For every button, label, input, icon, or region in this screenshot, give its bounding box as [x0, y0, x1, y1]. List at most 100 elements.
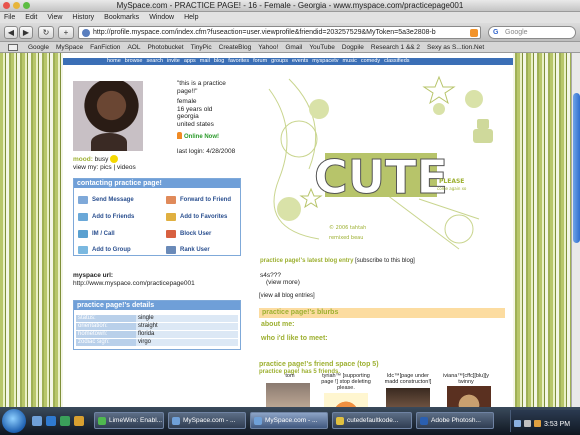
- add-bookmark-button[interactable]: +: [58, 26, 74, 39]
- banner-word: CUTE: [314, 150, 448, 204]
- add-to-group-button[interactable]: Add to Group: [78, 246, 131, 254]
- start-button[interactable]: [2, 409, 26, 433]
- details-label: zodiac sign:: [76, 339, 136, 346]
- volume-icon[interactable]: [524, 420, 531, 427]
- media-icon[interactable]: [60, 416, 70, 426]
- topnav-apps[interactable]: apps: [184, 58, 196, 65]
- friend-photo[interactable]: [266, 383, 310, 407]
- folder-icon[interactable]: [74, 416, 84, 426]
- desktop-icon[interactable]: [32, 416, 42, 426]
- im-call-label: IM / Call: [92, 231, 115, 237]
- tray-app-icon[interactable]: [534, 420, 541, 427]
- topnav-invite[interactable]: invite: [167, 58, 180, 65]
- menu-edit[interactable]: Edit: [25, 14, 37, 21]
- friend-name[interactable]: ldc™[page under madd constructon!]: [383, 373, 433, 385]
- menu-window[interactable]: Window: [149, 14, 174, 21]
- view-all-blog-link[interactable]: [view all blog entries]: [259, 293, 315, 299]
- bookmark-photobucket[interactable]: Photobucket: [147, 44, 183, 51]
- im-call-button[interactable]: IM / Call: [78, 230, 115, 238]
- taskbar-photoshop[interactable]: Adobe Photosh...: [416, 412, 494, 429]
- bookmark-dogpile[interactable]: Dogpile: [342, 44, 364, 51]
- topnav-home[interactable]: home: [107, 58, 121, 65]
- friend-name[interactable]: tyriah™ [supporting page !] stop deletin…: [321, 373, 371, 391]
- friend-photo[interactable]: [386, 388, 430, 407]
- topnav-forum[interactable]: forum: [253, 58, 267, 65]
- topnav-search[interactable]: search: [147, 58, 164, 65]
- topnav-classifieds[interactable]: classifieds: [384, 58, 409, 65]
- topnav-groups[interactable]: groups: [271, 58, 288, 65]
- topnav-comedy[interactable]: comedy: [361, 58, 380, 65]
- bookmark-fanfiction[interactable]: FanFiction: [90, 44, 120, 51]
- rss-icon[interactable]: [470, 29, 478, 37]
- friend-card[interactable]: ldc™[page under madd constructon!]: [383, 373, 433, 385]
- bookmark-gmail[interactable]: Gmail: [285, 44, 302, 51]
- taskbar-cutedefault[interactable]: cutedefaultkode...: [332, 412, 412, 429]
- bookmark-research[interactable]: Research 1 && 2: [371, 44, 420, 51]
- profile-photo[interactable]: [73, 81, 143, 151]
- topnav-blog[interactable]: blog: [214, 58, 224, 65]
- friend-card[interactable]: tyriah™ [supporting page !] stop deletin…: [321, 373, 371, 391]
- topnav-browse[interactable]: browse: [125, 58, 143, 65]
- mood-value: busy: [94, 156, 109, 163]
- topnav-favorites[interactable]: favorites: [228, 58, 249, 65]
- view-more-link[interactable]: (view more): [260, 279, 300, 286]
- subscribe-link[interactable]: [subscribe to this blog]: [355, 258, 415, 264]
- bookmark-aol[interactable]: AOL: [127, 44, 140, 51]
- forward-to-friend-button[interactable]: Forward to Friend: [166, 196, 231, 204]
- address-bar[interactable]: http://profile.myspace.com/index.cfm?fus…: [78, 26, 481, 39]
- reload-button[interactable]: ↻: [38, 26, 54, 39]
- bookmark-tinypic[interactable]: TinyPic: [191, 44, 212, 51]
- scrollbar-thumb[interactable]: [573, 93, 580, 243]
- bookmarks-icon[interactable]: [8, 44, 18, 51]
- add-to-friends-button[interactable]: Add to Friends: [78, 213, 134, 221]
- block-icon: [166, 230, 176, 238]
- blog-entry-title[interactable]: s4s???: [260, 272, 300, 279]
- bookmark-myspace[interactable]: MySpace: [56, 44, 83, 51]
- clock[interactable]: 3:53 PM: [544, 421, 570, 428]
- send-message-button[interactable]: Send Message: [78, 196, 134, 204]
- bookmark-google[interactable]: Google: [28, 44, 49, 51]
- google-search-icon: G: [493, 29, 499, 36]
- taskbar-myspace-2[interactable]: MySpace.com - ...: [250, 412, 328, 429]
- bookmark-sexy[interactable]: Sexy as S...tion.Net: [427, 44, 484, 51]
- add-to-friends-label: Add to Friends: [92, 214, 135, 220]
- details-row: hometown: florida: [76, 331, 238, 338]
- friend-space-header: practice page!'s friend space (top 5): [259, 361, 379, 368]
- topnav-mail[interactable]: mail: [200, 58, 210, 65]
- rank-user-button[interactable]: Rank User: [166, 246, 210, 254]
- taskbar-myspace-1[interactable]: MySpace.com - ...: [168, 412, 246, 429]
- friend-name[interactable]: iviana™[cffc][blu][y twinny: [441, 373, 491, 385]
- menu-view[interactable]: View: [47, 14, 62, 21]
- topnav-myspacetv[interactable]: myspacetv: [312, 58, 338, 65]
- vertical-scrollbar[interactable]: [571, 53, 580, 407]
- menu-history[interactable]: History: [72, 14, 94, 21]
- myspace-url-label: myspace url:: [73, 272, 114, 279]
- details-value: virgo: [136, 339, 238, 346]
- topnav-events[interactable]: events: [292, 58, 308, 65]
- back-button[interactable]: ◀: [4, 26, 18, 39]
- friend-card[interactable]: tom: [265, 373, 315, 379]
- bookmark-createblog[interactable]: CreateBlog: [219, 44, 252, 51]
- topnav-music[interactable]: music: [343, 58, 357, 65]
- forward-button[interactable]: ▶: [19, 26, 33, 39]
- friend-photo[interactable]: [447, 386, 491, 407]
- profile-state: georgia: [177, 113, 199, 120]
- bookmark-yahoo[interactable]: Yahoo!: [258, 44, 278, 51]
- friend-card[interactable]: iviana™[cffc][blu][y twinny: [441, 373, 491, 385]
- bookmark-youtube[interactable]: YouTube: [309, 44, 335, 51]
- block-user-button[interactable]: Block User: [166, 230, 211, 238]
- menu-file[interactable]: File: [4, 14, 15, 21]
- add-to-favorites-button[interactable]: Add to Favorites: [166, 213, 227, 221]
- contact-box-title: contacting practice page!: [74, 179, 240, 188]
- taskbar-label: MySpace.com - ...: [183, 417, 236, 424]
- taskbar-limewire[interactable]: LimeWire: Enabl...: [94, 412, 164, 429]
- menu-bookmarks[interactable]: Bookmarks: [104, 14, 139, 21]
- view-my-links[interactable]: view my: pics | videos: [73, 164, 136, 172]
- ie-icon[interactable]: [46, 416, 56, 426]
- network-icon[interactable]: [514, 420, 521, 427]
- menu-help[interactable]: Help: [184, 14, 198, 21]
- search-field[interactable]: G Google: [488, 26, 576, 39]
- friend-photo[interactable]: [324, 393, 368, 407]
- folder-icon: [336, 417, 344, 425]
- friend-name[interactable]: tom: [265, 373, 315, 379]
